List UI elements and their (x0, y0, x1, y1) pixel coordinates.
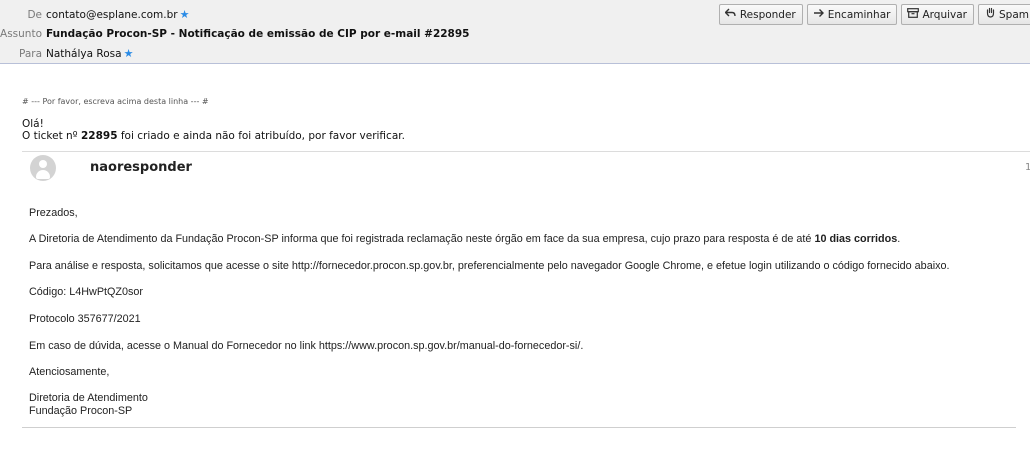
quoted-card-divider (22, 151, 1030, 152)
message-toolbar: Responder Encaminhar Arquivar Spam (715, 4, 1030, 25)
sender-name: naoresponder (90, 160, 192, 175)
star-icon[interactable]: ★ (180, 8, 190, 21)
deadline-bold: 10 dias corridos (814, 233, 898, 245)
archive-icon (906, 5, 920, 24)
forward-button[interactable]: Encaminhar (806, 4, 898, 25)
msg-access-code: Código: L4HwPtQZ0sor (29, 286, 144, 298)
ticket-number: 22895 (80, 130, 118, 142)
signature-line-2: Fundação Procon-SP (29, 405, 133, 417)
reply-button[interactable]: Responder (718, 4, 803, 25)
from-address[interactable]: contato@esplane.com.br ★ (46, 6, 189, 24)
msg-paragraph-deadline: A Diretoria de Atendimento da Fundação P… (29, 233, 901, 245)
msg-salutation: Prezados, (29, 207, 78, 219)
signature-line-1: Diretoria de Atendimento (29, 392, 148, 404)
reply-separator: # --- Por favor, escreva acima desta lin… (22, 97, 209, 106)
msg-manual-link: Em caso de dúvida, acesse o Manual do Fo… (29, 340, 584, 352)
avatar (30, 155, 56, 181)
to-label: Para (18, 48, 42, 60)
hand-stop-icon (983, 5, 997, 24)
to-address[interactable]: Nathálya Rosa ★ (46, 45, 133, 63)
greeting-text: Olá! (22, 118, 44, 130)
subject-text: Fundação Procon-SP - Notificação de emis… (46, 28, 470, 40)
star-icon[interactable]: ★ (124, 47, 134, 60)
archive-button[interactable]: Arquivar (901, 4, 974, 25)
msg-paragraph-instructions: Para análise e resposta, solicitamos que… (29, 260, 950, 272)
subject-label: Assunto (0, 28, 42, 40)
message-header: De contato@esplane.com.br ★ Assunto Funda… (0, 0, 1030, 64)
msg-regards: Atenciosamente, (29, 366, 110, 378)
msg-protocol: Protocolo 357677/2021 (29, 313, 141, 325)
message-date-fragment: 1 (1025, 162, 1030, 173)
reply-icon (724, 5, 738, 24)
from-label: De (27, 9, 42, 21)
forward-icon (812, 5, 826, 24)
ticket-notice: O ticket nº 22895 foi criado e ainda não… (22, 130, 405, 142)
spam-button[interactable]: Spam (978, 4, 1030, 25)
quoted-card-bottom-divider (22, 427, 1016, 428)
